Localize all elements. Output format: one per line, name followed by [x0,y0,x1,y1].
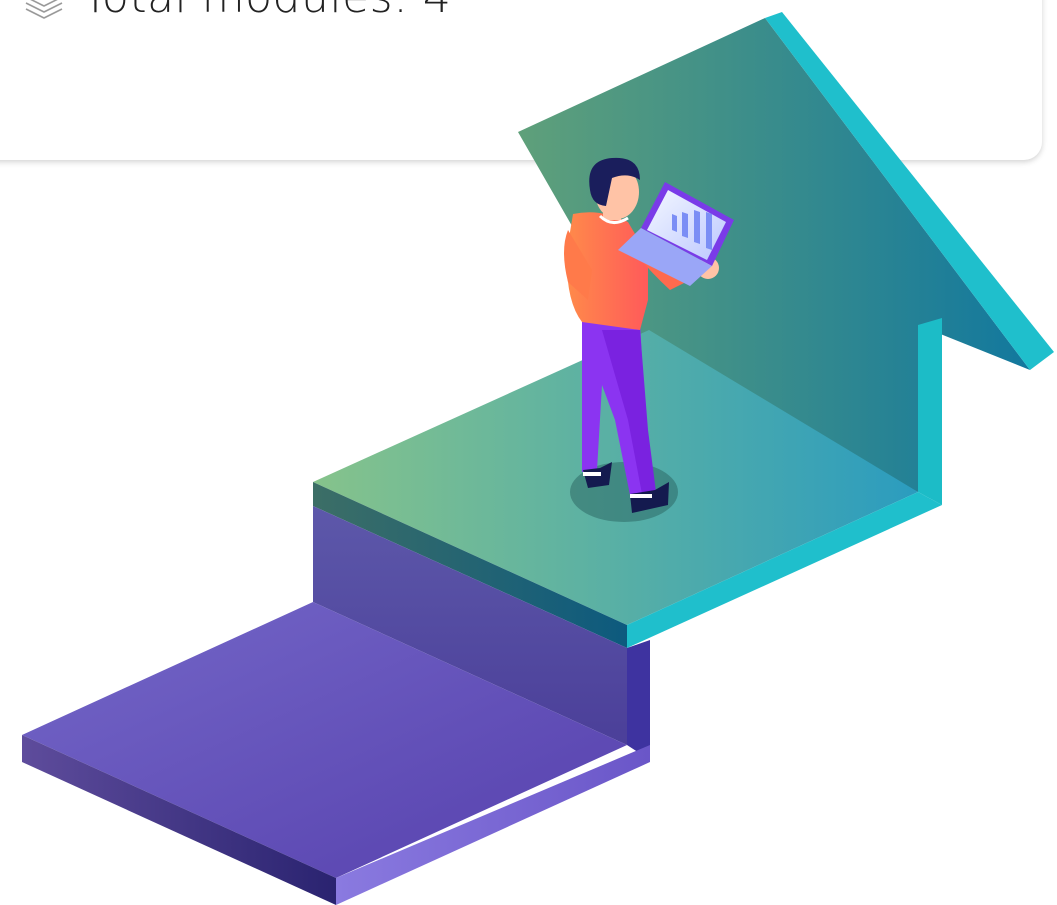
arrow-stem-edge [918,318,942,505]
step-riser-side [627,640,650,760]
growth-illustration [22,12,1054,905]
screen: Total modules: 4 [0,0,1057,905]
